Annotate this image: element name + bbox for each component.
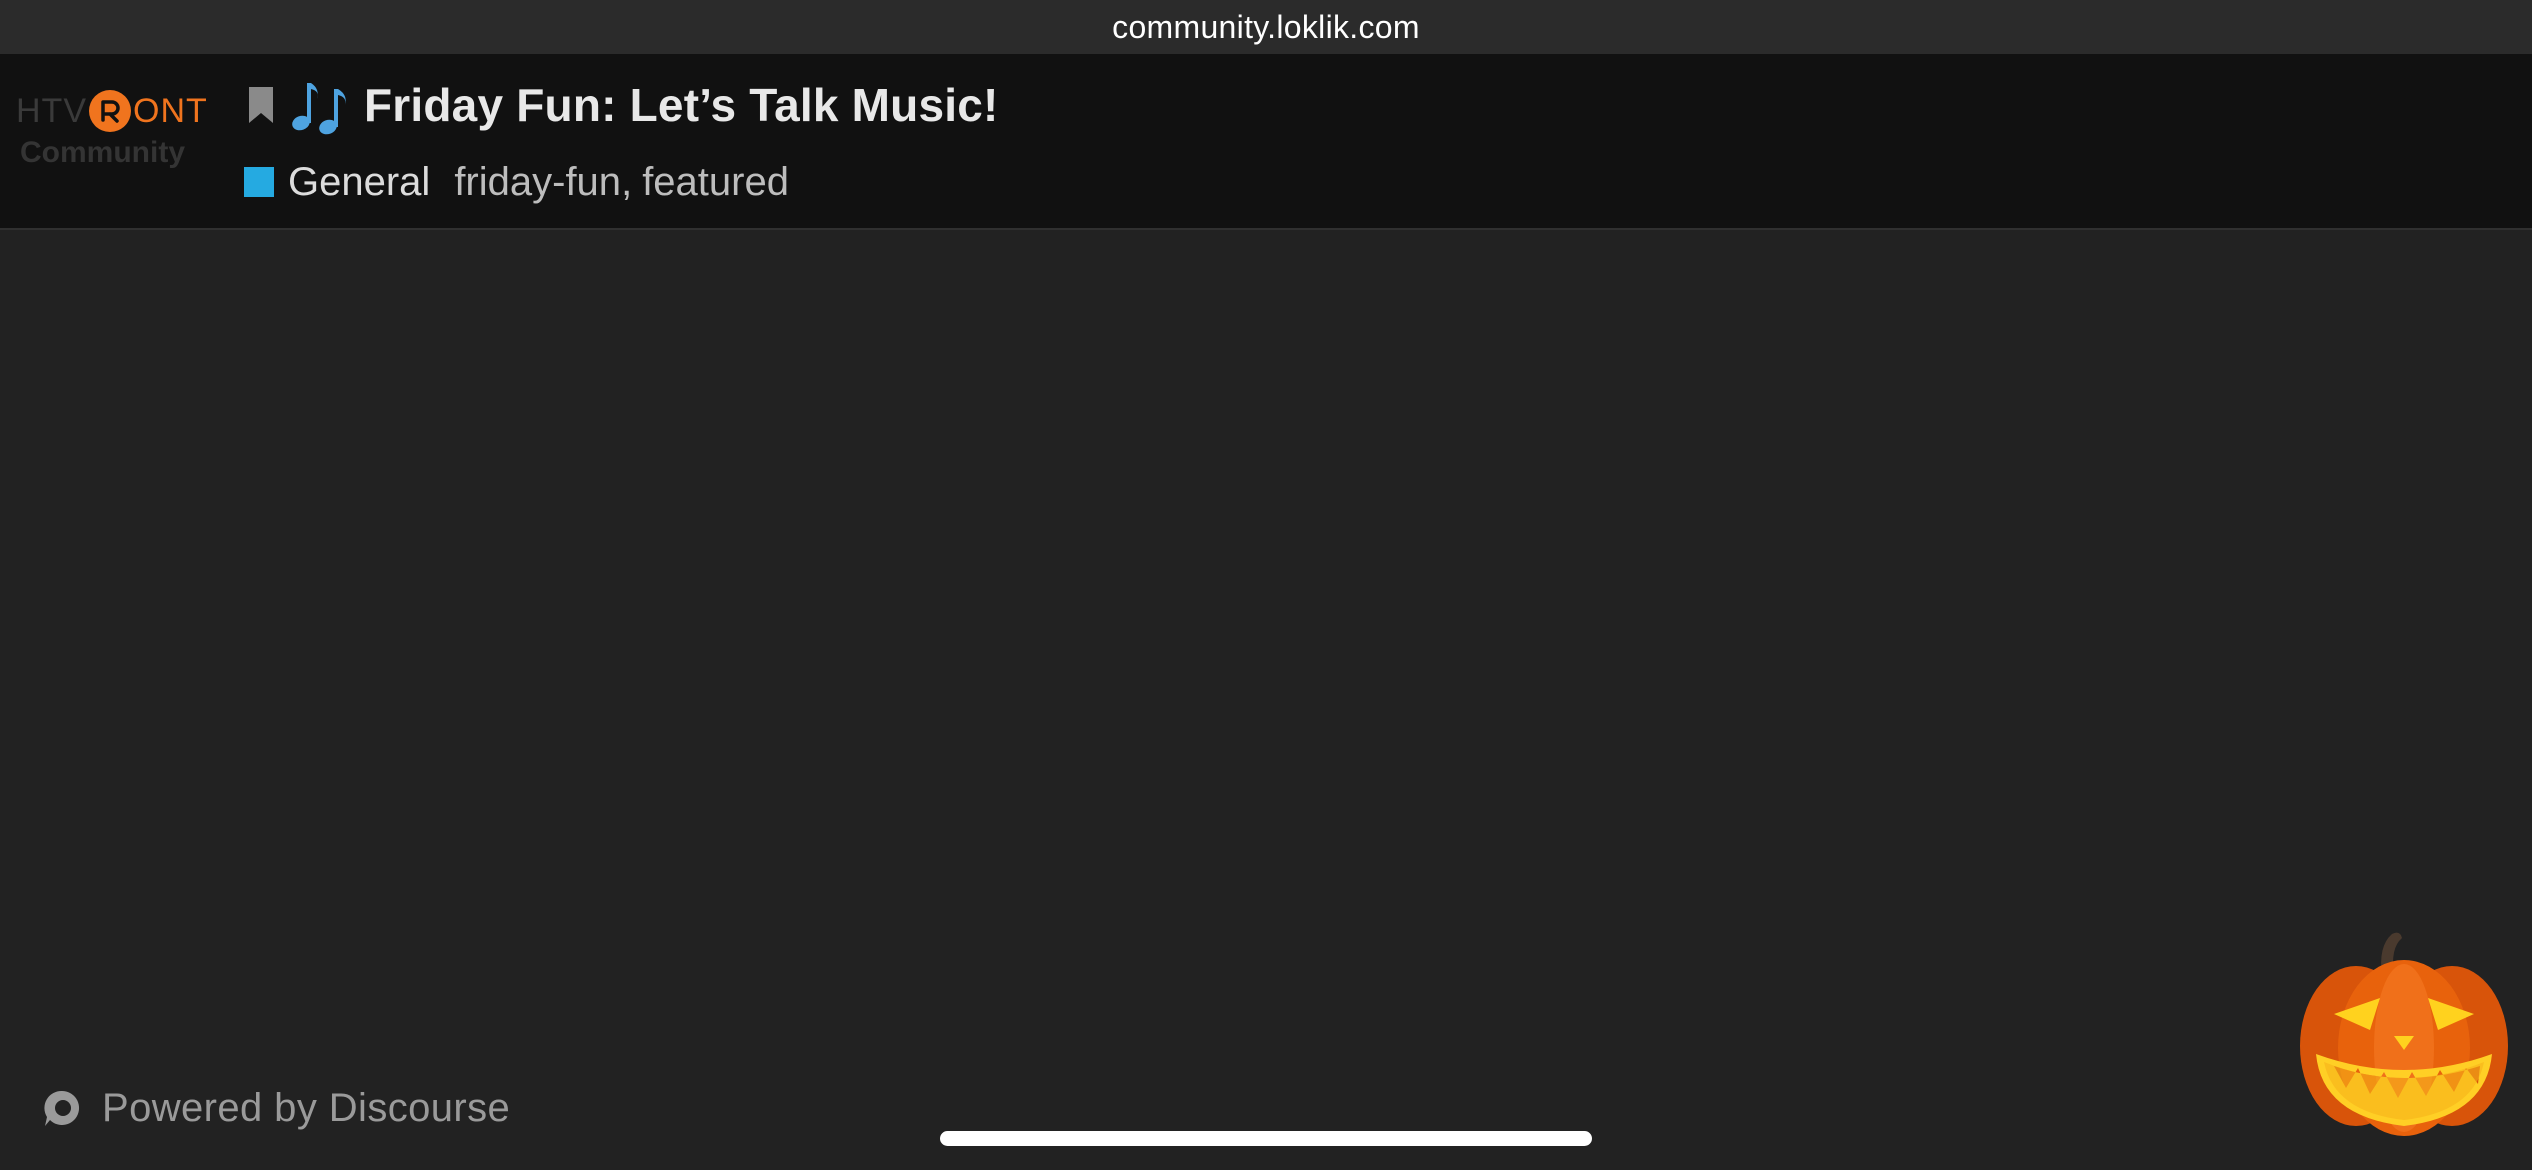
category-badge [244,167,274,197]
tag-friday-fun[interactable]: friday-fun [454,160,621,205]
site-logo[interactable]: HTV ONT Community [16,88,226,178]
topic-meta-row: General friday-fun , featured [244,152,789,212]
logo-r-icon [89,90,131,132]
discourse-icon [42,1088,82,1128]
url-text[interactable]: community.loklik.com [1112,9,1420,46]
tag-separator: , [621,159,633,204]
logo-text-left: HTV [16,91,87,130]
jack-o-lantern-icon [2294,926,2514,1146]
powered-by-discourse[interactable]: Powered by Discourse [42,1082,510,1134]
bookmark-icon[interactable] [246,85,276,125]
powered-by-text: Powered by Discourse [102,1085,511,1130]
browser-url-bar[interactable]: community.loklik.com [0,0,2532,54]
topic-title-row: Friday Fun: Let’s Talk Music! [246,72,999,138]
tag-featured[interactable]: featured [642,160,789,205]
logo-subtitle: Community [20,136,185,169]
musical-notes-icon [290,75,352,135]
topic-title[interactable]: Friday Fun: Let’s Talk Music! [364,78,999,132]
home-indicator[interactable] [940,1131,1592,1146]
category-link[interactable]: General [288,160,430,205]
logo-text-right: ONT [133,91,208,130]
topic-header: HTV ONT Community Friday Fun: Let’s Talk… [0,54,2532,230]
logo-wordmark: HTV ONT [16,88,226,134]
